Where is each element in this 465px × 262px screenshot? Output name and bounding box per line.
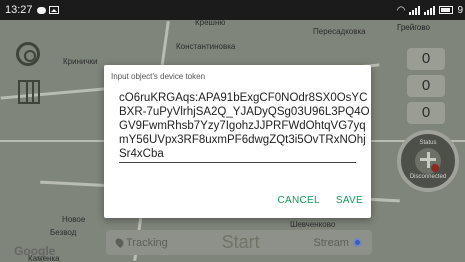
map-label: Пересадковка	[313, 27, 366, 36]
status-bar: 13:27 ◠ 9	[0, 0, 465, 20]
battery-icon	[439, 6, 454, 14]
record-dot-icon	[431, 164, 439, 172]
dial-status-label: Disconnected	[409, 174, 447, 180]
tracking-button[interactable]: Tracking	[113, 236, 168, 249]
location-pin-icon	[113, 236, 126, 249]
cancel-button[interactable]: CANCEL	[277, 195, 319, 206]
counter-value: 0	[407, 102, 445, 124]
app-screen: 13:27 ◠ 9 Крешню Константиновка Кринички…	[0, 0, 465, 262]
dialog-title: Input object's device token	[111, 72, 206, 81]
dial-top-label: Status	[419, 140, 437, 146]
counter-value: 0	[407, 75, 445, 97]
map-layers-icon[interactable]	[18, 80, 40, 104]
device-token-input[interactable]: cO6ruKRGAqs:APA91bExgCF0NOdr8SX0OsYCBXR-…	[119, 91, 371, 161]
tracking-label: Tracking	[126, 236, 168, 249]
image-notification-icon	[48, 6, 59, 14]
save-button[interactable]: SAVE	[336, 195, 363, 206]
signal-icon-2	[424, 5, 436, 15]
stream-label: Stream	[313, 236, 349, 249]
counter-value: 0	[407, 48, 445, 70]
map-label: Шевченково	[290, 220, 336, 229]
map-label: Кринички	[63, 57, 98, 66]
google-logo: Google	[14, 244, 56, 258]
battery-level: 9	[457, 4, 463, 16]
map-label: Новое	[62, 215, 86, 224]
wifi-icon: ◠	[396, 4, 406, 16]
input-underline	[119, 162, 356, 163]
signal-icon	[409, 5, 421, 15]
status-time: 13:27	[5, 4, 33, 16]
start-button[interactable]: Start	[222, 232, 260, 253]
side-panel-title: Грейгово	[396, 23, 430, 32]
stream-toggle[interactable]: Stream	[314, 237, 362, 249]
toggle-icon	[352, 238, 362, 247]
side-panel: Грейгово 0 0 0 Status Disconnected	[393, 20, 465, 262]
connection-status-dial[interactable]: Status Disconnected	[397, 130, 459, 192]
settings-gear-icon[interactable]	[16, 42, 40, 66]
device-token-dialog: Input object's device token cO6ruKRGAqs:…	[104, 65, 371, 218]
map-label: Безвод	[50, 228, 77, 237]
bottom-control-bar: Tracking Start Stream	[106, 230, 372, 255]
map-label: Константиновка	[176, 42, 236, 51]
chat-notification-icon	[36, 6, 46, 14]
